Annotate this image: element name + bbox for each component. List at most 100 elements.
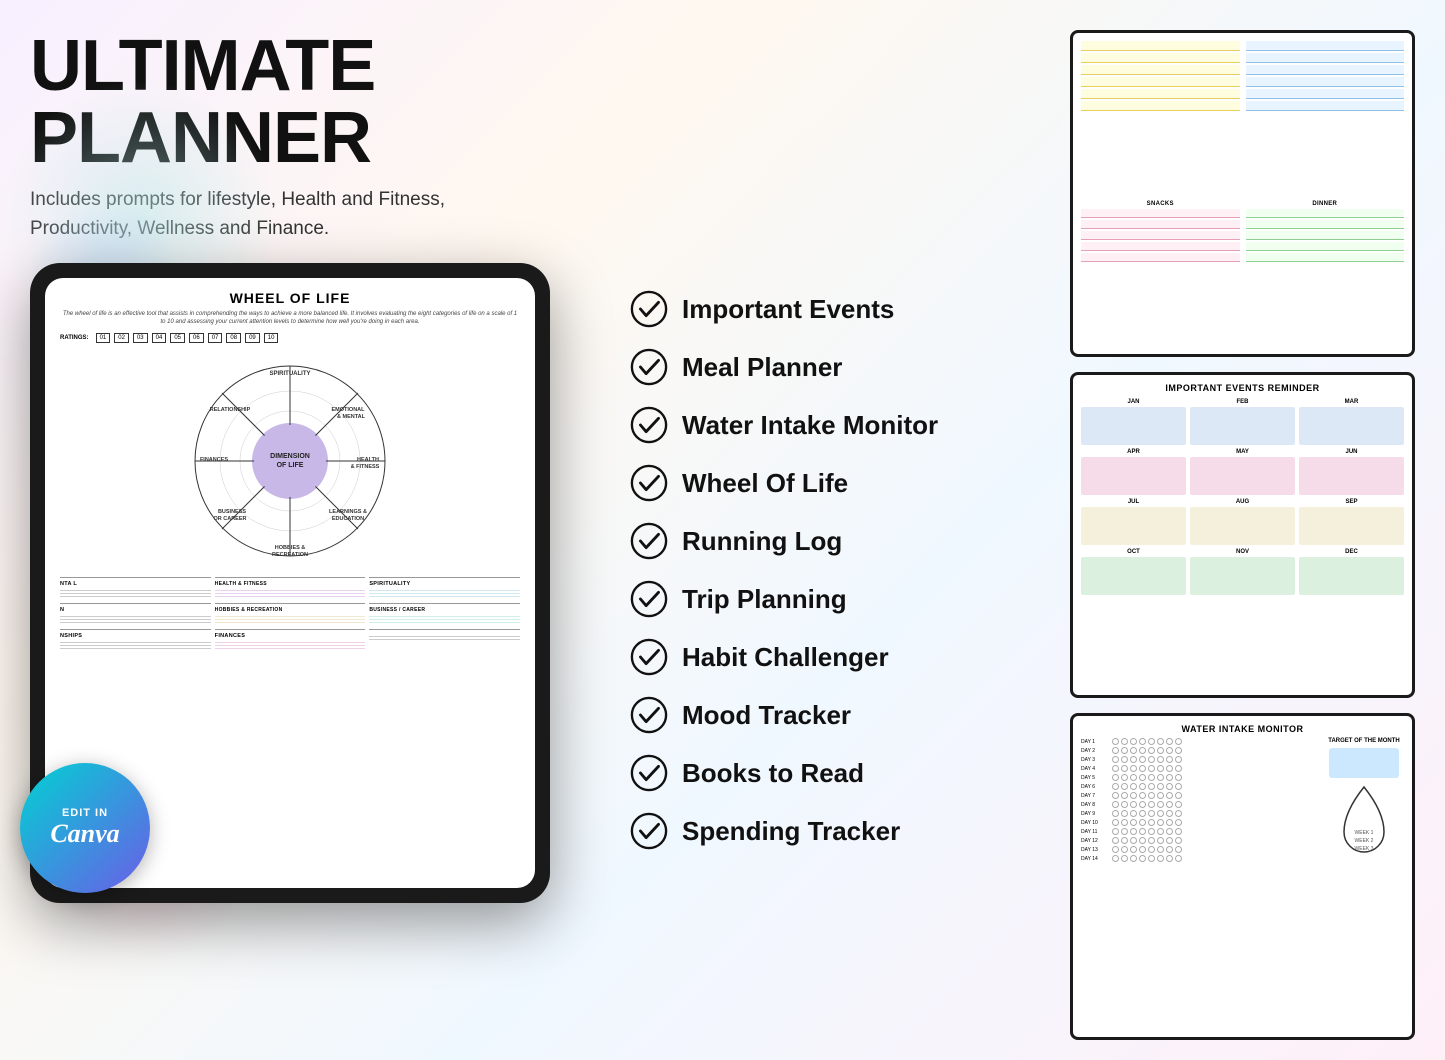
target-box [1329,748,1399,778]
meal-planner-preview-card: SNACKS DINNER [1070,30,1415,357]
checklist-item-habit: Habit Challenger [630,628,1050,686]
checklist-item-spending: Spending Tracker [630,802,1050,860]
water-row-1: DAY 1 [1081,738,1316,745]
month-apr: APR [1081,449,1186,495]
water-row-12: DAY 12 [1081,837,1316,844]
grid-cell-9 [369,629,520,651]
canva-logo-text: Canva [50,819,119,849]
svg-text:HOBBIES &: HOBBIES & [275,545,306,551]
water-row-3: DAY 3 [1081,756,1316,763]
svg-text:LEARNINGS &: LEARNINGS & [329,509,367,515]
tablet-device: WHEEL OF LIFE The wheel of life is an ef… [30,263,550,913]
water-target-section: TARGET OF THE MONTH WEEK 1 WEEK 2 WEEK 3 [1324,738,1404,862]
checklist-item-books: Books to Read [630,744,1050,802]
water-row-4: DAY 4 [1081,765,1316,772]
svg-text:BUSINESS: BUSINESS [218,509,246,515]
checkmark-icon-10 [630,812,668,850]
svg-text:WEEK 1: WEEK 1 [1355,830,1374,836]
water-days-list: DAY 1 [1081,738,1316,862]
checklist-item-wheel: Wheel Of Life [630,454,1050,512]
month-aug: AUG [1190,499,1295,545]
checklist-label-6: Trip Planning [682,584,847,615]
checklist-item-important-events: Important Events [630,280,1050,338]
ratings-label: RATINGS: [60,335,89,341]
svg-text:EDUCATION: EDUCATION [332,516,364,522]
water-row-8: DAY 8 [1081,801,1316,808]
checklist-label-5: Running Log [682,526,842,557]
water-drop-icon: WEEK 1 WEEK 2 WEEK 3 [1334,782,1394,862]
water-intake-preview-card: WATER INTAKE MONITOR DAY 1 [1070,713,1415,1040]
water-row-10: DAY 10 [1081,819,1316,826]
month-sep: SEP [1299,499,1404,545]
rating-05: 05 [170,333,185,343]
checklist-label-9: Books to Read [682,758,864,789]
checklist-label-7: Habit Challenger [682,642,889,673]
svg-text:& FITNESS: & FITNESS [351,464,380,470]
canva-badge: EDIT IN Canva [20,763,150,893]
month-nov: NOV [1190,549,1295,595]
meal-col-1 [1081,41,1240,195]
grid-cell-5: HOBBIES & RECREATION [215,603,366,625]
grid-cell-6: BUSINESS / CAREER [369,603,520,625]
checkmark-icon-8 [630,696,668,734]
water-row-6: DAY 6 [1081,783,1316,790]
month-feb: FEB [1190,399,1295,445]
month-jul: JUL [1081,499,1186,545]
svg-text:RECREATION: RECREATION [272,552,308,558]
rating-02: 02 [114,333,129,343]
grid-cell-8: FINANCES [215,629,366,651]
checkmark-icon-6 [630,580,668,618]
checklist-label-2: Meal Planner [682,352,842,383]
svg-text:& MENTAL: & MENTAL [337,414,366,420]
water-row-14: DAY 14 [1081,855,1316,862]
svg-text:RELATIONSHIP: RELATIONSHIP [210,407,251,413]
svg-text:SPIRITUALITY: SPIRITUALITY [269,371,310,377]
svg-text:OF LIFE: OF LIFE [277,462,304,469]
checkmark-icon-5 [630,522,668,560]
rating-06: 06 [189,333,204,343]
meal-planner-card-content: SNACKS DINNER [1073,33,1412,354]
checkmark-icon-2 [630,348,668,386]
checklist-label-10: Spending Tracker [682,816,900,847]
wheel-of-life-chart: SPIRITUALITY EMOTIONAL & MENTAL HEALTH &… [60,351,520,571]
card2-inner: IMPORTANT EVENTS REMINDER JAN FEB MAR [1073,375,1412,696]
water-row-9: DAY 9 [1081,810,1316,817]
month-jun: JUN [1299,449,1404,495]
checkmark-icon-3 [630,406,668,444]
water-row-5: DAY 5 [1081,774,1316,781]
svg-text:WEEK 3: WEEK 3 [1355,846,1374,852]
rating-09: 09 [245,333,260,343]
features-checklist: Important Events Meal Planner Water Inta… [630,20,1050,1040]
checklist-item-mood: Mood Tracker [630,686,1050,744]
checkmark-icon-4 [630,464,668,502]
svg-text:EMOTIONAL: EMOTIONAL [332,407,366,413]
grid-cell-3: SPIRITUALITY [369,577,520,599]
water-intake-card-title: WATER INTAKE MONITOR [1081,724,1404,734]
rating-01: 01 [96,333,111,343]
checklist-item-running: Running Log [630,512,1050,570]
svg-text:WEEK 2: WEEK 2 [1355,838,1374,844]
svg-text:FINANCES: FINANCES [200,457,228,463]
meal-col-3: SNACKS [1081,201,1240,346]
checklist-item-meal-planner: Meal Planner [630,338,1050,396]
rating-03: 03 [133,333,148,343]
checklist-item-water: Water Intake Monitor [630,396,1050,454]
water-row-7: DAY 7 [1081,792,1316,799]
wheel-title: WHEEL OF LIFE [60,290,520,306]
month-grid: JAN FEB MAR APR [1081,399,1404,595]
checkmark-icon-7 [630,638,668,676]
grid-cell-1: NTA L [60,577,211,599]
meal-col-4: DINNER [1246,201,1405,346]
rating-10: 10 [264,333,279,343]
important-events-card-title: IMPORTANT EVENTS REMINDER [1081,383,1404,393]
month-jan: JAN [1081,399,1186,445]
checklist-label-1: Important Events [682,294,894,325]
checkmark-icon-9 [630,754,668,792]
checklist-item-trip: Trip Planning [630,570,1050,628]
grid-cell-2: HEALTH & FITNESS [215,577,366,599]
checklist-label-3: Water Intake Monitor [682,410,938,441]
month-dec: DEC [1299,549,1404,595]
water-row-11: DAY 11 [1081,828,1316,835]
card3-inner: WATER INTAKE MONITOR DAY 1 [1073,716,1412,1037]
rating-08: 08 [226,333,241,343]
